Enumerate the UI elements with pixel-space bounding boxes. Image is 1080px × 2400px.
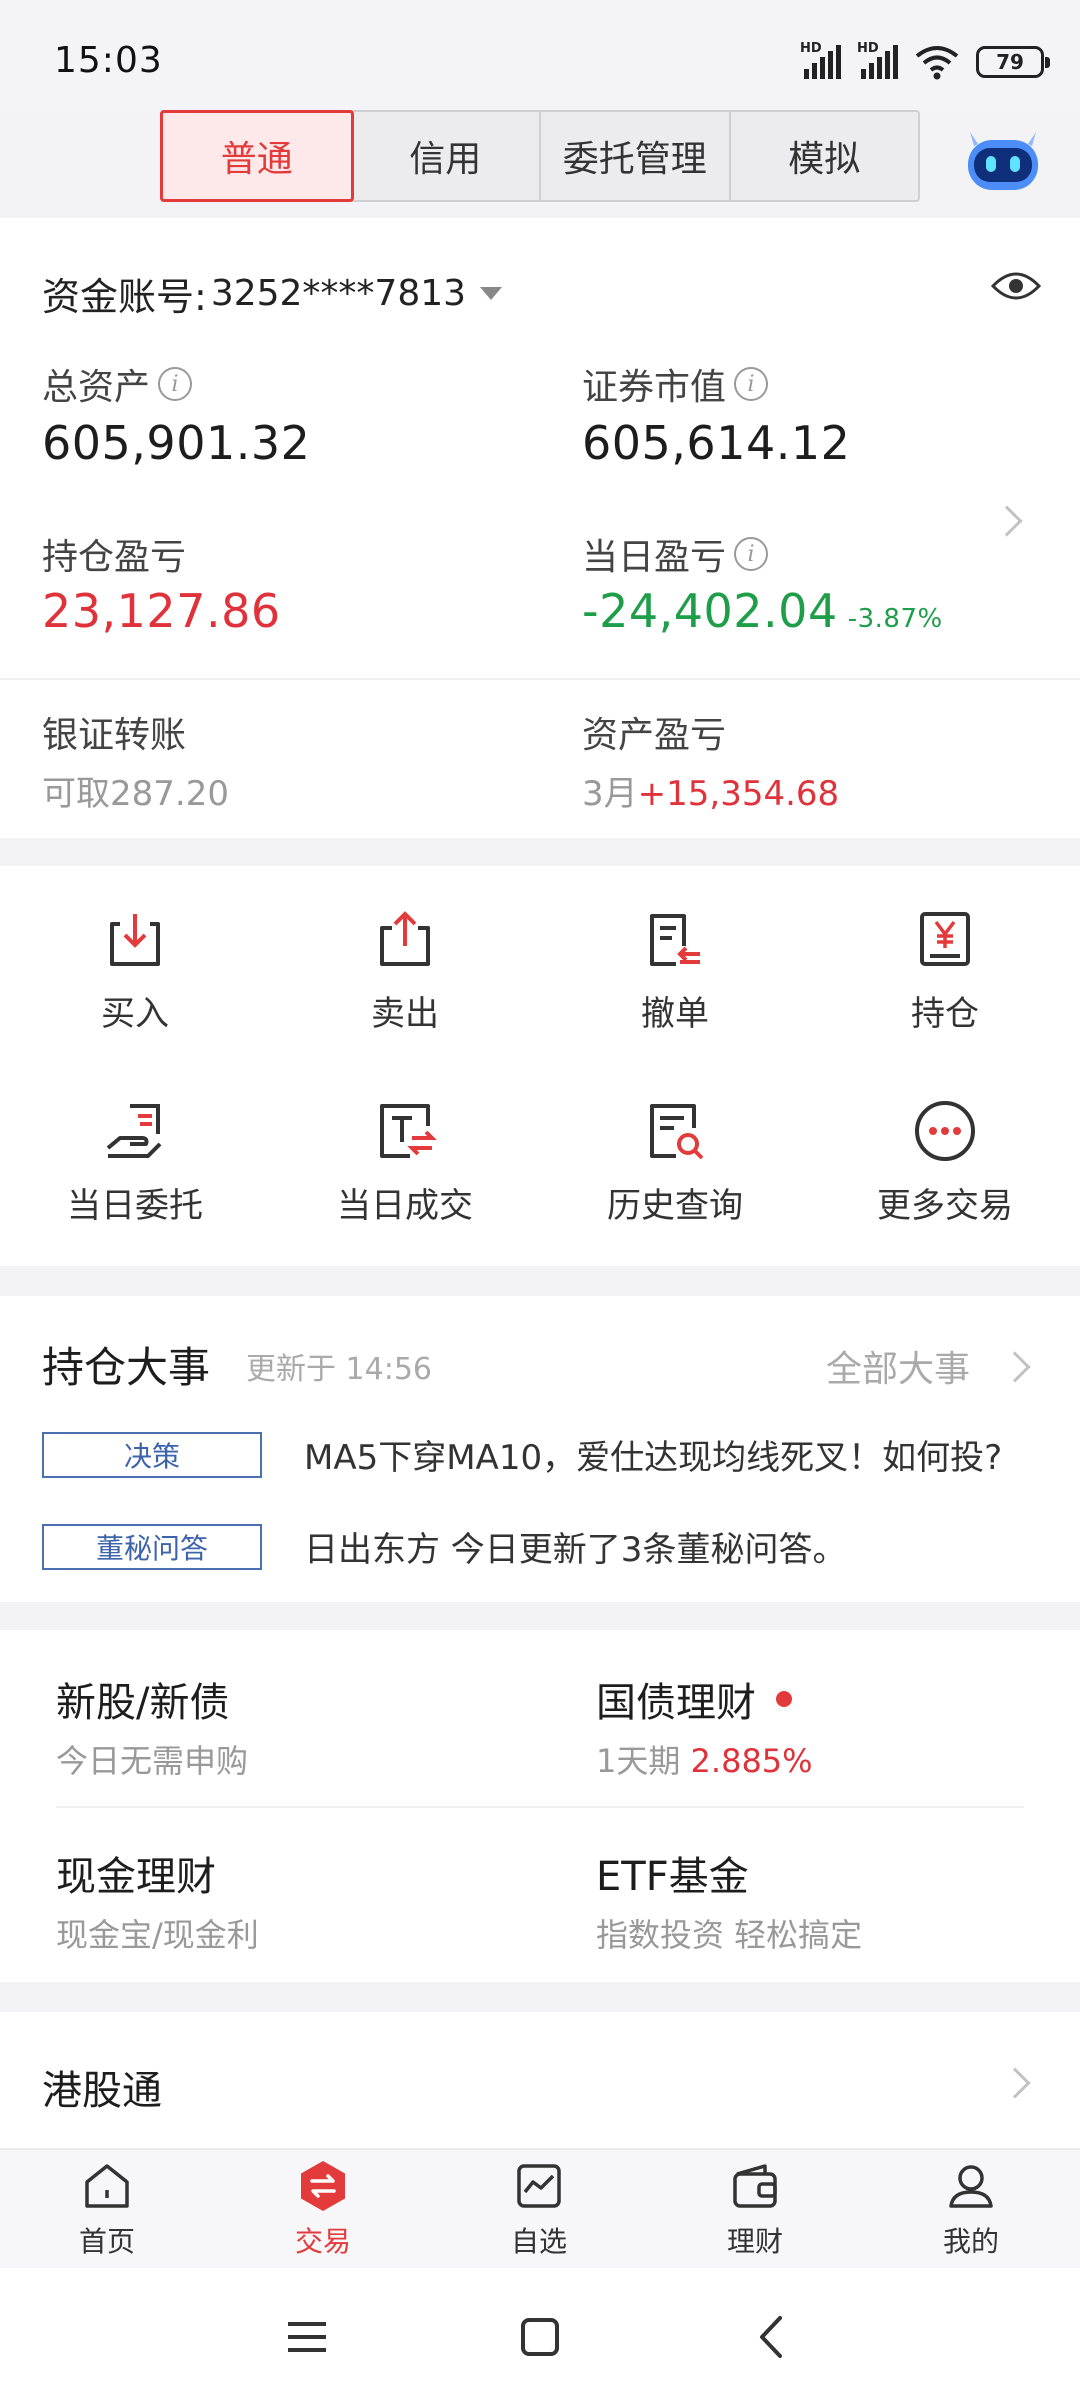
sell-button[interactable]: 卖出 — [270, 906, 540, 1056]
event-item[interactable]: 决策 MA5下穿MA10，爱仕达现均线死叉！如何投? — [42, 1430, 1002, 1479]
daily-order-icon — [106, 1104, 162, 1158]
daily-pl-label: 当日盈亏 i — [582, 528, 769, 580]
hk-connect-title: 港股通 — [42, 2068, 162, 2114]
buy-button[interactable]: 买入 — [0, 906, 270, 1056]
bond-rate: 2.885% — [690, 1742, 813, 1780]
bottom-navigation: 首页 交易 自选 理财 我的 — [0, 2148, 1080, 2268]
total-assets-label: 总资产 i — [42, 358, 193, 410]
notification-dot — [776, 1691, 792, 1707]
account-card: 资金账号: 3252****7813 总资产 i 605,901.32 证券市值 i… — [0, 218, 1080, 838]
transfer-available: 可取287.20 — [42, 774, 229, 814]
daily-order-button[interactable]: 当日委托 — [0, 1098, 270, 1248]
cash-subtitle: 现金宝/现金利 — [56, 1916, 259, 1954]
bond-subtitle: 1天期 2.885% — [596, 1742, 813, 1780]
more-icon — [915, 1101, 975, 1161]
back-icon[interactable] — [748, 2312, 798, 2362]
tab-order-management[interactable]: 委托管理 — [541, 112, 731, 200]
nav-wealth[interactable]: 理财 — [680, 2158, 830, 2260]
bond-title: 国债理财 — [596, 1670, 792, 1728]
position-events-card: 持仓大事 更新于 14:56 全部大事 决策 MA5下穿MA10，爱仕达现均线死… — [0, 1296, 1080, 1602]
battery-icon: 79 — [976, 46, 1050, 78]
history-search-button[interactable]: 历史查询 — [540, 1098, 810, 1248]
nav-trade[interactable]: 交易 — [248, 2158, 398, 2260]
all-events-link[interactable]: 全部大事 — [826, 1340, 970, 1392]
event-item[interactable]: 董秘问答 日出东方 今日更新了3条董秘问答。 — [42, 1522, 846, 1571]
etf-subtitle: 指数投资 轻松搞定 — [596, 1916, 863, 1954]
market-value-label: 证券市值 i — [582, 358, 769, 410]
account-selector[interactable]: 资金账号: 3252****7813 — [42, 266, 503, 321]
signal-icon: HD — [857, 41, 898, 79]
daily-pl-percent: -3.87% — [847, 604, 943, 634]
chevron-right-icon[interactable] — [999, 1351, 1031, 1383]
asset-pl-month: 3月+15,354.68 — [582, 774, 840, 814]
watchlist-icon — [517, 2164, 561, 2208]
history-search-icon — [650, 1104, 704, 1160]
daily-pl-value: -24,402.04 -3.87% — [582, 584, 943, 638]
asset-pl-label[interactable]: 资产盈亏 — [582, 706, 726, 758]
home-icon — [85, 2164, 129, 2208]
events-updated-time: 更新于 14:56 — [246, 1352, 432, 1387]
trade-icon — [301, 2161, 345, 2211]
event-text: 日出东方 今日更新了3条董秘问答。 — [304, 1530, 847, 1570]
position-button[interactable]: 持仓 — [810, 906, 1080, 1056]
daily-deal-icon — [380, 1104, 437, 1158]
etf-title: ETF基金 — [596, 1854, 749, 1900]
nav-profile[interactable]: 我的 — [896, 2158, 1046, 2260]
position-icon — [920, 912, 970, 966]
trade-actions-grid: 买入 卖出 撤单 持仓 当日委托 当日成交 历史查询 更多交易 — [0, 866, 1080, 1266]
nav-home[interactable]: 首页 — [32, 2158, 182, 2260]
wifi-icon — [915, 46, 959, 80]
position-pl-value: 23,127.86 — [42, 584, 281, 638]
event-text: MA5下穿MA10，爱仕达现均线死叉！如何投? — [304, 1438, 1003, 1478]
info-icon[interactable]: i — [734, 537, 769, 571]
home-square-icon[interactable] — [515, 2312, 565, 2362]
account-type-tabs: 普通 信用 委托管理 模拟 — [160, 110, 920, 202]
total-assets-value: 605,901.32 — [42, 416, 311, 470]
market-value-value: 605,614.12 — [582, 416, 851, 470]
dropdown-caret-icon — [480, 287, 503, 300]
cancel-order-icon — [650, 914, 700, 966]
status-time: 15:03 — [54, 40, 163, 81]
cash-title: 现金理财 — [56, 1854, 216, 1900]
cancel-order-button[interactable]: 撤单 — [540, 906, 810, 1056]
daily-deal-button[interactable]: 当日成交 — [270, 1098, 540, 1248]
services-card: 新股/新债 今日无需申购 国债理财 1天期 2.885% 现金理财 现金宝/现金… — [0, 1630, 1080, 1982]
sell-icon — [380, 911, 430, 966]
more-trade-button[interactable]: 更多交易 — [810, 1098, 1080, 1248]
event-tag: 决策 — [42, 1431, 262, 1478]
tab-credit[interactable]: 信用 — [352, 112, 541, 200]
eye-icon[interactable] — [990, 268, 1042, 304]
bank-transfer-label[interactable]: 银证转账 — [42, 706, 186, 758]
position-pl-label: 持仓盈亏 — [42, 537, 187, 578]
nav-watchlist[interactable]: 自选 — [464, 2158, 614, 2260]
tab-normal[interactable]: 普通 — [160, 110, 354, 202]
event-tag: 董秘问答 — [42, 1523, 262, 1570]
signal-icon: HD — [800, 41, 841, 79]
system-navigation-bar — [0, 2268, 1080, 2400]
status-bar: 15:03 HD HD 79 — [0, 0, 1080, 110]
info-icon[interactable]: i — [734, 367, 769, 401]
account-number: 3252****7813 — [210, 273, 467, 314]
ipo-title: 新股/新债 — [56, 1680, 230, 1726]
robot-assistant-icon[interactable] — [962, 118, 1044, 194]
tab-simulation[interactable]: 模拟 — [731, 112, 919, 200]
buy-icon — [110, 914, 160, 966]
hk-connect-row[interactable]: 港股通 — [0, 2012, 1080, 2148]
chevron-right-icon — [999, 2067, 1031, 2099]
asset-pl-value: +15,354.68 — [637, 774, 840, 814]
account-label: 资金账号: — [42, 275, 207, 319]
status-icons: HD HD 79 — [800, 41, 1050, 82]
menu-icon[interactable] — [282, 2312, 332, 2362]
info-icon[interactable]: i — [158, 367, 193, 401]
wallet-icon — [733, 2164, 777, 2208]
events-title: 持仓大事 — [42, 1343, 211, 1392]
chevron-right-icon[interactable] — [991, 505, 1023, 537]
profile-icon — [949, 2165, 993, 2208]
ipo-subtitle: 今日无需申购 — [56, 1742, 249, 1780]
